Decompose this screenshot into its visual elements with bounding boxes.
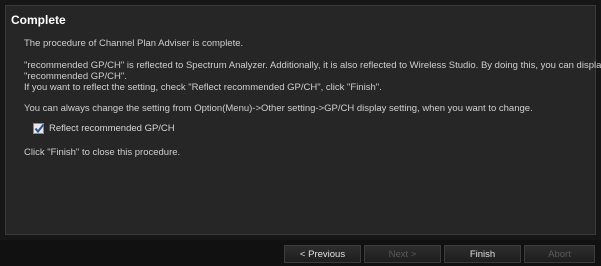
finish-button[interactable]: Finish (444, 245, 521, 263)
previous-button[interactable]: < Previous (284, 245, 361, 263)
content-panel: Complete The procedure of Channel Plan A… (5, 5, 601, 235)
checkmark-icon (34, 123, 45, 134)
wizard-window: Complete The procedure of Channel Plan A… (0, 0, 601, 266)
reflect-text-line-2: "recommended GP/CH". (24, 71, 127, 82)
reflect-recommended-checkbox[interactable] (33, 123, 45, 134)
change-setting-text: You can always change the setting from O… (24, 103, 533, 114)
reflect-text-line-3: If you want to reflect the setting, chec… (24, 82, 382, 93)
close-instruction-text: Click "Finish" to close this procedure. (24, 147, 181, 158)
page-title: Complete (11, 13, 66, 27)
reflect-checkbox-label: Reflect recommended GP/CH (49, 123, 175, 134)
intro-text: The procedure of Channel Plan Adviser is… (24, 38, 244, 49)
abort-button[interactable]: Abort (524, 245, 595, 263)
next-button[interactable]: Next > (364, 245, 441, 263)
reflect-text-line-1: "recommended GP/CH" is reflected to Spec… (24, 60, 601, 71)
reflect-checkbox-row[interactable]: Reflect recommended GP/CH (33, 123, 175, 134)
